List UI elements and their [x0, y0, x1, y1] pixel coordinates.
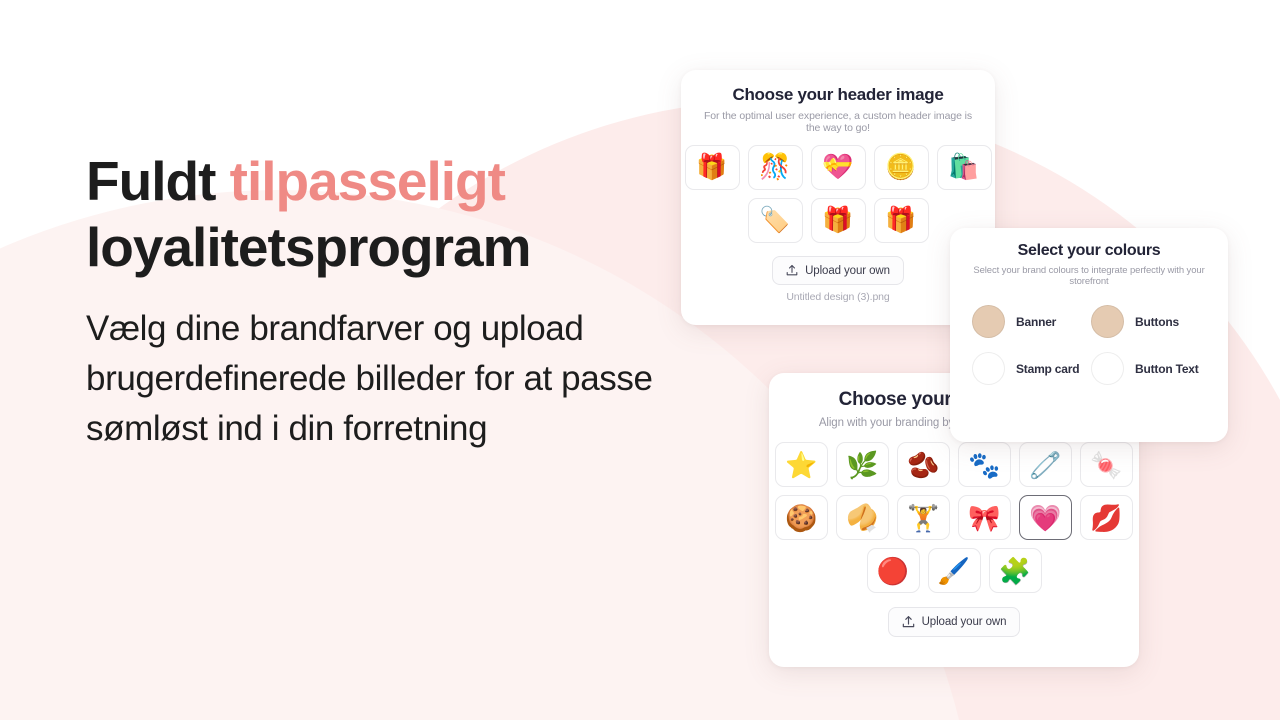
- tile-gift-boxes-icon[interactable]: 🎊: [747, 145, 803, 190]
- colour-swatch-label: Buttons: [1135, 314, 1179, 329]
- tile-dumbbell-icon[interactable]: 🏋: [897, 495, 950, 540]
- upload-your-own-button-stamp[interactable]: Upload your own: [887, 607, 1021, 637]
- shopping-bags-icon: 🛍️: [948, 153, 980, 181]
- colours-card-subtitle: Select your brand colours to integrate p…: [973, 265, 1205, 287]
- select-your-colours-card: Select your colours Select your brand co…: [950, 228, 1228, 442]
- star-icon: ⭐: [785, 449, 818, 480]
- colour-swatch-row[interactable]: Buttons: [1091, 305, 1206, 338]
- tile-leaf-icon[interactable]: 🌿: [836, 442, 889, 487]
- upload-icon: [786, 264, 798, 277]
- colour-swatch-circle[interactable]: [972, 305, 1005, 338]
- hand-heart-icon: 💝: [822, 153, 854, 181]
- tile-red-bow-icon[interactable]: 🎀: [958, 495, 1011, 540]
- header-image-tile-grid: 🎁 🎊 💝 🪙 🛍️ 🏷️ 🎁 🎁: [681, 134, 995, 243]
- tile-star-icon[interactable]: ⭐: [775, 442, 828, 487]
- colour-swatch-circle[interactable]: [1091, 352, 1124, 385]
- lips-kiss-icon: 💋: [1090, 502, 1123, 533]
- colour-swatch-row[interactable]: Button Text: [1091, 352, 1206, 385]
- paw-print-icon: 🐾: [968, 449, 1001, 480]
- tile-shopping-bags-icon[interactable]: 🛍️: [936, 145, 992, 190]
- tile-clothes-hanger-icon[interactable]: 🧷: [1019, 442, 1072, 487]
- puzzle-piece-icon: 🧩: [998, 555, 1032, 586]
- upload-your-own-button-header[interactable]: Upload your own: [772, 256, 904, 285]
- pink-heart-icon: 💗: [1029, 502, 1062, 533]
- upload-button-label: Upload your own: [805, 264, 890, 277]
- tile-hand-heart-icon[interactable]: 💝: [810, 145, 866, 190]
- red-circle-icon: 🔴: [876, 555, 910, 586]
- tile-candy-icon[interactable]: 🍬: [1080, 442, 1133, 487]
- tile-lips-kiss-icon[interactable]: 💋: [1080, 495, 1133, 540]
- colour-swatch-circle[interactable]: [972, 352, 1005, 385]
- tile-red-gift-box-icon[interactable]: 🎁: [810, 198, 866, 243]
- coffee-bean-icon: 🫘: [907, 449, 940, 480]
- bottle-cap-icon: 🥠: [846, 502, 879, 533]
- header-upload-row: Upload your own: [681, 243, 995, 285]
- stamp-image-tile-grid: ⭐ 🌿 🫘 🐾 🧷 🍬 🍪 🥠 🏋 🎀 💗 💋 🔴 🖌️ 🧩: [769, 430, 1139, 593]
- clothes-hanger-icon: 🧷: [1029, 449, 1062, 480]
- tile-puzzle-piece-icon[interactable]: 🧩: [988, 548, 1042, 593]
- red-bow-icon: 🎀: [968, 502, 1001, 533]
- paintbrush-icon: 🖌️: [937, 555, 971, 586]
- red-gift-box-icon: 🎁: [822, 206, 854, 234]
- promo-banner: Fuldt tilpasseligt loyalitetsprogram Vælg…: [0, 0, 1280, 720]
- tile-bottle-cap-icon[interactable]: 🥠: [836, 495, 889, 540]
- cookie-icon: 🍪: [785, 502, 818, 533]
- colour-swatch-row[interactable]: Banner: [972, 305, 1087, 338]
- hero-subcopy: Vælg dine brandfarver og upload brugerde…: [86, 309, 653, 448]
- colour-swatch-grid: Banner Buttons Stamp card Button Text: [950, 287, 1228, 385]
- page-title: Fuldt tilpasseligt loyalitetsprogram: [86, 148, 686, 280]
- tile-red-circle-icon[interactable]: 🔴: [866, 548, 920, 593]
- tile-blue-gift-box-icon[interactable]: 🎁: [873, 198, 929, 243]
- gift-sparkle-icon: 🎁: [696, 153, 728, 181]
- uploaded-file-name: Untitled design (3).png: [786, 291, 890, 303]
- colour-swatch-label: Banner: [1016, 314, 1057, 329]
- tile-cookie-icon[interactable]: 🍪: [775, 495, 828, 540]
- tile-paintbrush-icon[interactable]: 🖌️: [927, 548, 981, 593]
- tile-gift-sparkle-icon[interactable]: 🎁: [684, 145, 740, 190]
- gift-boxes-icon: 🎊: [759, 153, 791, 181]
- headline-part-two: loyalitetsprogram: [86, 216, 532, 278]
- hero-copy: Fuldt tilpasseligt loyalitetsprogram Vælg…: [86, 148, 686, 454]
- header-card-subtitle: For the optimal user experience, a custo…: [703, 110, 973, 134]
- tile-coffee-bean-icon[interactable]: 🫘: [897, 442, 950, 487]
- colour-swatch-row[interactable]: Stamp card: [972, 352, 1087, 385]
- colour-swatch-circle[interactable]: [1091, 305, 1124, 338]
- stamp-upload-row: Upload your own: [769, 593, 1139, 637]
- colours-card-title: Select your colours: [1017, 242, 1161, 259]
- tile-discount-tag-icon[interactable]: 🏷️: [747, 198, 803, 243]
- leaf-icon: 🌿: [846, 449, 879, 480]
- tile-paw-print-icon[interactable]: 🐾: [958, 442, 1011, 487]
- colour-swatch-label: Button Text: [1135, 361, 1199, 376]
- choose-header-image-card: Choose your header image For the optimal…: [681, 70, 995, 325]
- tile-pink-heart-icon[interactable]: 💗: [1019, 495, 1072, 540]
- colour-swatch-label: Stamp card: [1016, 361, 1080, 376]
- headline-part-one: Fuldt: [86, 150, 230, 212]
- gold-coins-icon: 🪙: [885, 153, 917, 181]
- discount-tag-icon: 🏷️: [759, 206, 791, 234]
- tile-gold-coins-icon[interactable]: 🪙: [873, 145, 929, 190]
- dumbbell-icon: 🏋: [907, 502, 940, 533]
- headline-accent: tilpasseligt: [229, 150, 506, 212]
- header-card-title: Choose your header image: [732, 85, 944, 104]
- upload-icon: [902, 615, 915, 629]
- candy-icon: 🍬: [1090, 449, 1123, 480]
- upload-button-label: Upload your own: [921, 616, 1007, 628]
- blue-gift-box-icon: 🎁: [885, 206, 917, 234]
